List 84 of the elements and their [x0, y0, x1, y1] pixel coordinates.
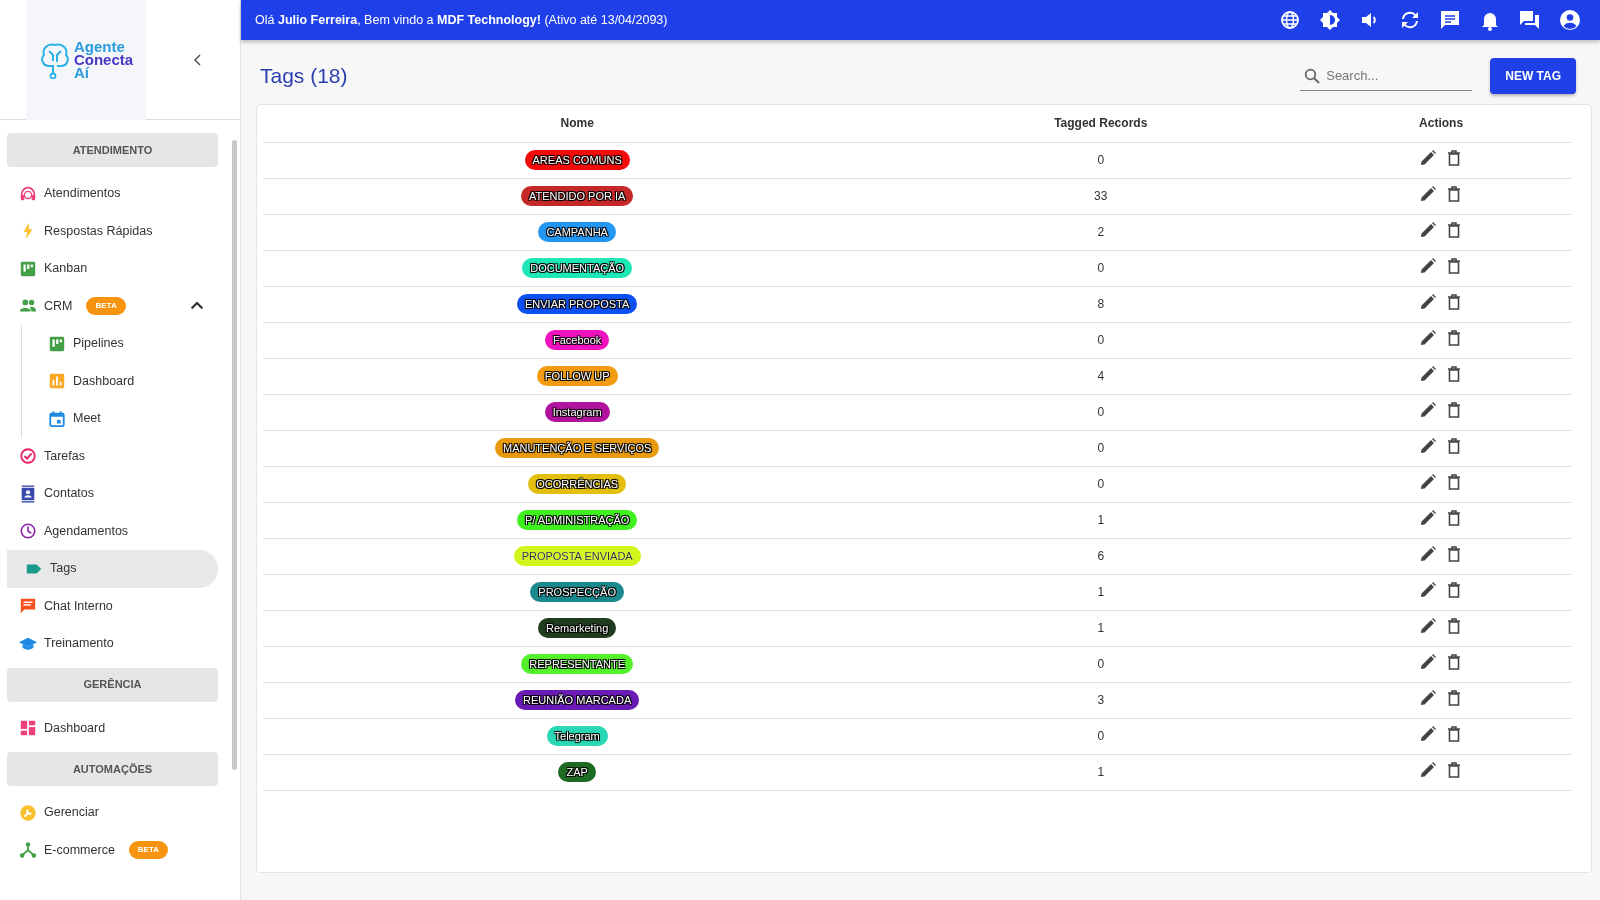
section-header: ATENDIMENTO: [7, 133, 218, 167]
chevron-left-icon[interactable]: [192, 53, 204, 66]
page-title: Tags (18): [260, 63, 348, 89]
table-cell: 1: [891, 502, 1311, 538]
new-tag-button[interactable]: NEW TAG: [1490, 58, 1576, 94]
tag-label: ZAP: [558, 762, 596, 782]
table-cell: 0: [891, 142, 1311, 178]
tag-label: PROSPECÇÃO: [530, 582, 624, 602]
sidebar-item[interactable]: Chat Interno: [7, 587, 218, 625]
table-cell: 0: [891, 718, 1311, 754]
tag-label: ENVIAR PROPOSTA: [517, 294, 638, 314]
sidebar-item[interactable]: Dashboard: [7, 709, 218, 747]
table-cell: 8: [891, 286, 1311, 322]
sidebar-item[interactable]: Atendimentos: [7, 175, 218, 213]
sidebar-item[interactable]: Dashboard: [36, 362, 218, 400]
sidebar-item[interactable]: Contatos: [7, 475, 218, 513]
tag-label: REPRESENTANTE: [521, 654, 634, 674]
bar-chart-icon: [48, 372, 66, 391]
contact-icon: [19, 484, 37, 503]
tag-label: P/ ADMINISTRAÇÃO: [516, 510, 638, 530]
table-cell: 1: [891, 574, 1311, 610]
beta-badge: BETA: [86, 297, 126, 316]
tag-label: REUNIÃO MARCADA: [515, 690, 640, 710]
table-cell: 3: [891, 682, 1311, 718]
table-cell: 2: [891, 214, 1311, 250]
table-cell: 0: [891, 322, 1311, 358]
chevron-icon[interactable]: [191, 302, 203, 311]
tag-label: CAMPANHA: [538, 222, 616, 242]
section-header: AUTOMAÇÕES: [7, 752, 218, 786]
table-cell: 0: [891, 430, 1311, 466]
tag-label: Remarketing: [537, 618, 617, 638]
table-cell: 4: [891, 358, 1311, 394]
table-cell: 6: [891, 538, 1311, 574]
search-field[interactable]: Search...: [1300, 60, 1473, 92]
sidebar-item[interactable]: Gerenciar: [7, 794, 218, 832]
table-cell: 0: [891, 394, 1311, 430]
sidebar-item[interactable]: Pipelines: [36, 325, 218, 363]
tag-label: Instagram: [544, 402, 610, 422]
tag-label: FOLLOW UP: [536, 366, 618, 386]
tag-label: Telegram: [546, 726, 608, 746]
sidebar-item[interactable]: Meet: [36, 400, 218, 438]
sidebar-item[interactable]: Treinamento: [7, 625, 218, 663]
greeting-text: Olá Julio Ferreira, Bem vindo a MDF Technology! (Ativo até 13/04/2093): [255, 11, 668, 29]
check-circle-icon: [19, 447, 37, 466]
column-header: Nome: [263, 105, 892, 142]
tag-label: PROPOSTA ENVIADA: [513, 546, 641, 566]
scrollbar[interactable]: [232, 140, 237, 770]
tag-label: ATENDIDO POR IA: [520, 186, 634, 206]
tag-label: OCORRÊNCIAS: [528, 474, 627, 494]
board-icon: [19, 259, 37, 278]
section-header: GERÊNCIA: [7, 667, 218, 702]
logo-text: Agente Conecta Aí: [73, 40, 134, 79]
tag-label: MANUTENÇÃO E SERVIÇOS: [495, 438, 660, 458]
globe-icon[interactable]: [1278, 8, 1302, 32]
board-icon: [48, 334, 66, 353]
clock-icon: [19, 522, 37, 541]
table-cell: 0: [891, 646, 1311, 682]
hierarchy-icon: [19, 841, 37, 860]
sidebar-item[interactable]: CRM BETA: [7, 287, 218, 325]
calendar-icon: [48, 409, 66, 428]
brightness-icon[interactable]: [1318, 8, 1342, 32]
column-header: Actions: [1310, 105, 1572, 142]
tag-label: AREAS COMUNS: [524, 150, 630, 170]
table-cell: 33: [891, 178, 1311, 214]
sidebar-item[interactable]: Tarefas: [7, 437, 218, 475]
table-cell: 0: [891, 466, 1311, 502]
table-cell: 1: [891, 610, 1311, 646]
beta-badge: BETA: [128, 841, 169, 860]
table-cell: 0: [891, 250, 1311, 286]
sidebar-item[interactable]: E-commerce BETA: [7, 831, 218, 869]
account-icon[interactable]: [1558, 8, 1582, 32]
search-icon: [1304, 68, 1321, 84]
tag-label: DOCUMENTAÇÃO: [522, 258, 633, 278]
sidebar-item[interactable]: Respostas Rápidas: [7, 212, 218, 250]
table-cell: 1: [891, 754, 1311, 790]
tag-label: Facebook: [545, 330, 610, 350]
sidebar-item[interactable]: Agendamentos: [7, 512, 218, 550]
sidebar-item[interactable]: Tags: [7, 550, 218, 588]
column-header: Tagged Records: [891, 105, 1311, 142]
wrench-icon: [19, 803, 37, 822]
headset-icon: [19, 184, 37, 203]
sidebar-item[interactable]: Kanban: [7, 250, 218, 288]
dashboard-icon: [19, 719, 37, 738]
message-icon[interactable]: [1438, 8, 1462, 32]
